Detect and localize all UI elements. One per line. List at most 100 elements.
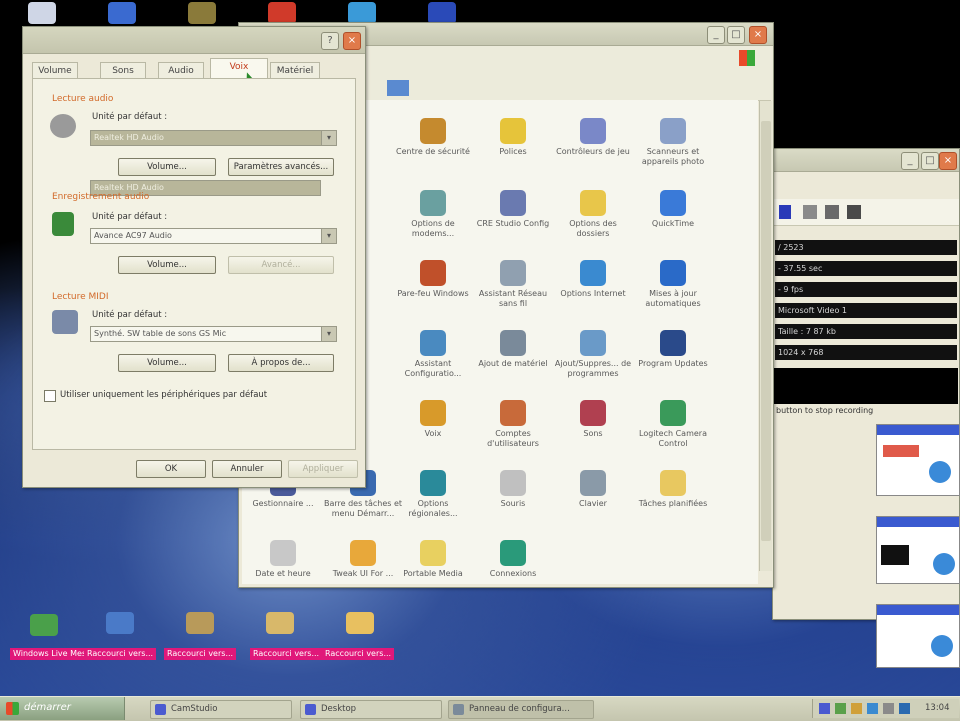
desktop-label[interactable]: Raccourci vers... <box>164 648 237 660</box>
control-panel-item[interactable]: Sons <box>552 400 634 439</box>
playback-volume-button[interactable]: Volume... <box>118 158 216 176</box>
taskbar-item-desktop[interactable]: Desktop <box>300 700 442 719</box>
tray-icon[interactable] <box>899 703 910 714</box>
control-panel-item[interactable]: Tâches planifiées <box>632 470 714 509</box>
control-panel-item[interactable]: Mises à jour automatiques <box>632 260 714 309</box>
taskbar-item-camstudio[interactable]: CamStudio <box>150 700 292 719</box>
shortcut-icon[interactable] <box>266 612 294 634</box>
tray-icon[interactable] <box>835 703 846 714</box>
midi-volume-button[interactable]: Volume... <box>118 354 216 372</box>
tab-audio[interactable]: Audio <box>158 62 204 79</box>
stat-row: Microsoft Video 1 <box>775 303 957 318</box>
settings-icon[interactable] <box>847 205 861 219</box>
default-only-checkbox[interactable] <box>44 390 56 402</box>
control-panel-item[interactable]: Contrôleurs de jeu <box>552 118 634 157</box>
maximize-button[interactable]: □ <box>921 152 939 170</box>
maximize-button[interactable]: □ <box>727 26 745 44</box>
tab-volume[interactable]: Volume <box>32 62 78 79</box>
default-only-label[interactable]: Utiliser uniquement les périphériques pa… <box>60 390 267 400</box>
control-panel-item-label: Centre de sécurité <box>396 147 470 156</box>
tab-materiel[interactable]: Matériel <box>270 62 320 79</box>
chevron-down-icon[interactable]: ▾ <box>321 229 336 243</box>
shortcut-icon[interactable] <box>106 612 134 634</box>
tab-voix[interactable]: Voix <box>210 58 268 80</box>
tray-icon[interactable] <box>851 703 862 714</box>
control-panel-item[interactable]: Assistant Réseau sans fil <box>472 260 554 309</box>
control-panel-item-icon <box>660 118 686 144</box>
minimize-button[interactable]: _ <box>901 152 919 170</box>
record-device-value: Avance AC97 Audio <box>94 231 172 240</box>
stat-row: Taille : 7 87 kb <box>775 324 957 339</box>
control-panel-item-label: Barre des tâches et menu Démarr... <box>323 499 403 518</box>
folder-view-icon[interactable] <box>387 80 409 96</box>
control-panel-item[interactable]: Options des dossiers <box>552 190 634 239</box>
record-volume-button[interactable]: Volume... <box>118 256 216 274</box>
control-panel-item-label: Scanneurs et appareils photo <box>641 147 705 166</box>
clock[interactable]: 13:04 <box>925 703 950 713</box>
control-panel-item[interactable]: Polices <box>472 118 554 157</box>
desktop-label[interactable]: Raccourci vers... <box>84 648 157 660</box>
control-panel-item[interactable]: Pare-feu Windows <box>392 260 474 299</box>
control-panel-item[interactable]: Scanneurs et appareils photo <box>632 118 714 167</box>
start-button[interactable]: démarrer <box>0 697 125 720</box>
playback-device-select[interactable]: Realtek HD Audio ▾ <box>90 130 337 146</box>
tab-sons[interactable]: Sons <box>100 62 146 79</box>
desktop-icon[interactable] <box>348 2 376 24</box>
options-icon[interactable] <box>825 205 839 219</box>
control-panel-item[interactable]: Comptes d'utilisateurs <box>472 400 554 449</box>
control-panel-item-label: Polices <box>499 147 527 156</box>
midi-about-button[interactable]: À propos de... <box>228 354 334 372</box>
control-panel-item-icon <box>500 118 526 144</box>
control-panel-item[interactable]: Ajout de matériel <box>472 330 554 369</box>
midi-device-select[interactable]: Synthé. SW table de sons GS Mic ▾ <box>90 326 337 342</box>
camera-icon[interactable] <box>803 205 817 219</box>
record-device-select[interactable]: Avance AC97 Audio ▾ <box>90 228 337 244</box>
control-panel-item[interactable]: Voix <box>392 400 474 439</box>
control-panel-item[interactable]: Connexions <box>472 540 554 579</box>
scrollbar[interactable] <box>759 101 772 571</box>
chevron-down-icon[interactable]: ▾ <box>321 327 336 341</box>
tray-icon[interactable] <box>819 703 830 714</box>
group-audio-playback: Lecture audio <box>52 94 114 104</box>
help-button[interactable]: ? <box>321 32 339 50</box>
control-panel-item[interactable]: Program Updates <box>632 330 714 369</box>
tray-icon[interactable] <box>867 703 878 714</box>
control-panel-item[interactable]: Date et heure <box>242 540 324 579</box>
control-panel-item[interactable]: Assistant Configuratio... <box>392 330 474 379</box>
control-panel-item[interactable]: Ajout/Suppres... de programmes <box>552 330 634 379</box>
chevron-down-icon[interactable]: ▾ <box>321 131 336 145</box>
close-button[interactable]: × <box>749 26 767 44</box>
minimize-button[interactable]: _ <box>707 26 725 44</box>
desktop-icon[interactable] <box>268 2 296 24</box>
control-panel-item[interactable]: Centre de sécurité <box>392 118 474 157</box>
messenger-icon[interactable] <box>30 614 58 636</box>
desktop-icon[interactable] <box>188 2 216 24</box>
control-panel-item-label: Assistant Réseau sans fil <box>478 289 548 308</box>
desktop-icon[interactable] <box>428 2 456 24</box>
control-panel-item[interactable]: Logitech Camera Control <box>632 400 714 449</box>
shortcut-icon[interactable] <box>346 612 374 634</box>
close-button[interactable]: × <box>343 32 361 50</box>
shortcut-icon[interactable] <box>186 612 214 634</box>
control-panel-item[interactable]: Portable Media <box>392 540 474 579</box>
control-panel-item[interactable]: Options Internet <box>552 260 634 299</box>
ok-button[interactable]: OK <box>136 460 206 478</box>
control-panel-item[interactable]: Options de modems... <box>392 190 474 239</box>
control-panel-item[interactable]: Souris <box>472 470 554 509</box>
cancel-button[interactable]: Annuler <box>212 460 282 478</box>
tray-icon[interactable] <box>883 703 894 714</box>
record-icon[interactable] <box>779 205 791 219</box>
desktop-label[interactable]: Raccourci vers... <box>250 648 323 660</box>
control-panel-item[interactable]: Clavier <box>552 470 634 509</box>
control-panel-item[interactable]: CRE Studio Config <box>472 190 554 229</box>
playback-advanced-button[interactable]: Paramètres avancés... <box>228 158 334 176</box>
desktop-icon[interactable] <box>28 2 56 24</box>
control-panel-item[interactable]: QuickTime <box>632 190 714 229</box>
control-panel-item[interactable]: Options régionales... <box>392 470 474 519</box>
control-panel-item-icon <box>420 260 446 286</box>
close-button[interactable]: × <box>939 152 957 170</box>
desktop-label[interactable]: Raccourci vers... <box>322 648 395 660</box>
desktop-icon[interactable] <box>108 2 136 24</box>
taskbar-item-control-panel[interactable]: Panneau de configura... <box>448 700 594 719</box>
system-tray: 13:04 <box>812 699 959 718</box>
